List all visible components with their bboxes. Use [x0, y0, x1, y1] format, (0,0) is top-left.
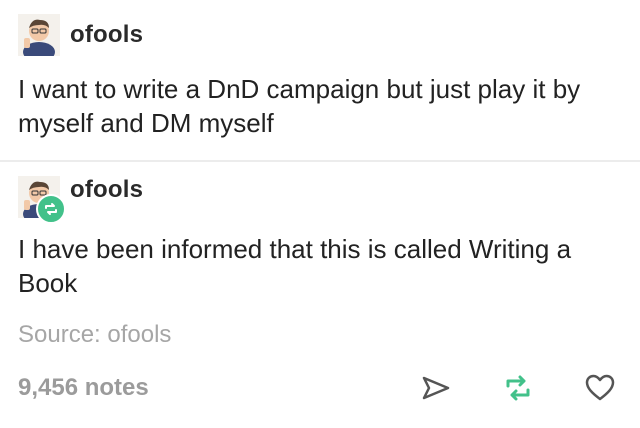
- post-actions: [374, 368, 620, 408]
- share-icon: [422, 376, 450, 400]
- like-button[interactable]: [580, 368, 620, 408]
- user-avatar-icon: [18, 14, 60, 56]
- avatar[interactable]: [18, 14, 60, 56]
- post-text: I want to write a DnD campaign but just …: [18, 74, 581, 138]
- reblog-badge: [36, 194, 66, 224]
- reblog-button[interactable]: [498, 368, 538, 408]
- username[interactable]: ofools: [70, 21, 143, 49]
- source-link[interactable]: Source: ofools: [18, 321, 171, 349]
- heart-icon: [585, 374, 615, 401]
- reblog-icon: [506, 375, 530, 401]
- notes-count[interactable]: 9,456 notes: [18, 374, 149, 402]
- post-footer: 9,456 notes: [18, 368, 620, 408]
- original-post: ofools I want to write a DnD campaign bu…: [0, 0, 640, 160]
- username[interactable]: ofools: [70, 176, 143, 204]
- post-text: I have been informed that this is called…: [18, 234, 572, 298]
- avatar[interactable]: [18, 176, 66, 224]
- share-button[interactable]: [416, 368, 456, 408]
- reblog-header: ofools: [18, 176, 143, 224]
- post-header: ofools: [18, 14, 143, 56]
- reblog-icon: [45, 203, 57, 215]
